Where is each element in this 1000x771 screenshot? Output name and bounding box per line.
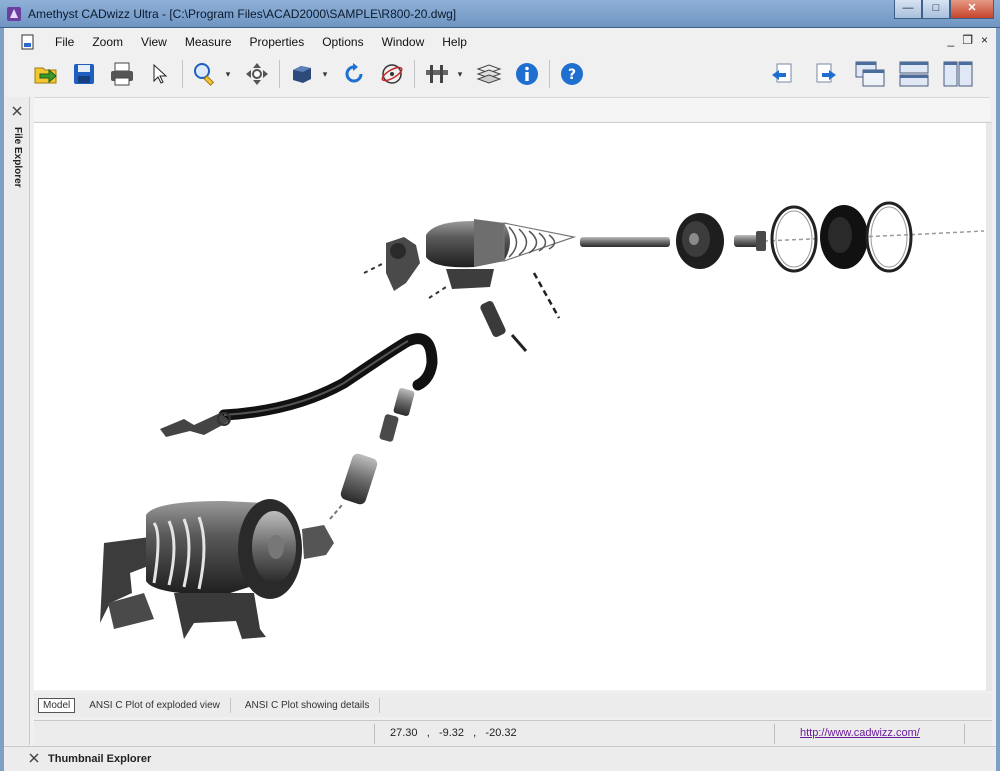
close-button[interactable]: ✕ [950, 0, 994, 19]
tile-vertical-button[interactable] [942, 58, 974, 90]
print-button[interactable] [106, 58, 138, 90]
toolbar-separator [182, 60, 183, 88]
coord-y: -9.32 [438, 727, 465, 739]
status-bar: 27.30 , -9.32 , -20.32 http://www.cadwiz… [34, 720, 992, 746]
orbit-button[interactable] [376, 58, 408, 90]
rotate-button[interactable] [338, 58, 370, 90]
zoom-icon [194, 63, 215, 86]
small-fitting [734, 231, 766, 251]
mdi-close-button[interactable]: × [981, 33, 988, 47]
o-ring-right [865, 201, 913, 273]
menu-file[interactable]: File [46, 32, 83, 52]
previous-view-icon [772, 63, 792, 83]
tab-exploded-view[interactable]: ANSI C Plot of exploded view [79, 697, 231, 713]
title-bar: Amethyst CADwizz Ultra - [C:\Program Fil… [0, 0, 1000, 28]
toolbar-separator [549, 60, 550, 88]
menu-zoom[interactable]: Zoom [83, 32, 132, 52]
pin-icon[interactable] [28, 752, 40, 764]
main-toolbar: ▾ ▾ ▾ ? [30, 55, 594, 93]
3d-view-dropdown[interactable]: ▾ [318, 58, 332, 90]
tile-horizontal-icon [899, 61, 929, 87]
save-icon [74, 64, 94, 84]
upper-valve-body [363, 219, 577, 319]
upper-small-parts [480, 301, 528, 352]
upper-shaft [580, 237, 670, 247]
svg-text:?: ? [568, 67, 576, 83]
open-icon [34, 67, 57, 84]
menu-measure[interactable]: Measure [176, 32, 241, 52]
tab-model[interactable]: Model [38, 697, 76, 713]
menu-help[interactable]: Help [433, 32, 476, 52]
layout-tabs: Model ANSI C Plot of exploded view ANSI … [34, 693, 992, 717]
document-icon[interactable] [20, 34, 36, 50]
window-title: Amethyst CADwizz Ultra - [C:\Program Fil… [28, 7, 457, 21]
maximize-button[interactable]: □ [922, 0, 950, 19]
drawing-canvas[interactable] [34, 122, 992, 691]
zoom-button[interactable] [189, 58, 221, 90]
select-button[interactable] [144, 58, 176, 90]
lower-valve-body [100, 499, 334, 639]
layers-icon [476, 64, 502, 84]
window-toolbar [766, 55, 980, 93]
thumbnail-explorer-label[interactable]: Thumbnail Explorer [48, 753, 151, 765]
cascade-windows-icon [855, 61, 885, 87]
open-button[interactable] [30, 58, 62, 90]
thumbnail-explorer-bar[interactable]: Thumbnail Explorer [4, 746, 996, 771]
menu-view[interactable]: View [132, 32, 176, 52]
3d-box-icon [293, 66, 311, 83]
3d-view-button[interactable] [286, 58, 318, 90]
dimension-dropdown[interactable]: ▾ [453, 58, 467, 90]
layers-button[interactable] [473, 58, 505, 90]
info-icon [516, 63, 538, 85]
minimize-button[interactable]: — [894, 0, 922, 19]
menu-options[interactable]: Options [313, 32, 372, 52]
select-arrow-icon [153, 63, 168, 84]
tile-vertical-icon [943, 61, 973, 87]
exploded-assembly-drawing [100, 201, 985, 639]
file-explorer-panel[interactable]: File Explorer [4, 97, 30, 745]
website-link[interactable]: http://www.cadwizz.com/ [800, 727, 920, 739]
menu-properties[interactable]: Properties [241, 32, 314, 52]
status-separator [774, 724, 775, 744]
print-icon [111, 62, 133, 86]
next-view-icon [816, 63, 836, 83]
mdi-minimize-button[interactable]: _ [948, 33, 955, 47]
pan-icon [246, 63, 268, 85]
status-separator [964, 724, 965, 744]
black-seal-disc [820, 205, 868, 269]
cascade-windows-button[interactable] [854, 58, 886, 90]
tab-details[interactable]: ANSI C Plot showing details [235, 697, 381, 713]
dimension-button[interactable] [421, 58, 453, 90]
orbit-icon [381, 64, 403, 84]
app-icon [7, 7, 21, 21]
mdi-restore-button[interactable]: ❐ [962, 33, 973, 47]
menu-bar: File Zoom View Measure Properties Option… [20, 32, 476, 52]
disc-part [676, 213, 724, 269]
toolbar-separator [279, 60, 280, 88]
coordinate-readout: 27.30 , -9.32 , -20.32 [390, 727, 517, 739]
vertical-scrollbar[interactable] [986, 123, 992, 691]
pan-button[interactable] [241, 58, 273, 90]
lower-connectors [329, 388, 415, 520]
pin-icon[interactable] [11, 105, 23, 117]
zoom-dropdown[interactable]: ▾ [221, 58, 235, 90]
next-view-button[interactable] [810, 58, 842, 90]
file-explorer-label[interactable]: File Explorer [12, 127, 23, 188]
menu-window[interactable]: Window [373, 32, 434, 52]
info-button[interactable] [511, 58, 543, 90]
previous-view-button[interactable] [766, 58, 798, 90]
coord-z: -20.32 [485, 727, 517, 739]
tile-horizontal-button[interactable] [898, 58, 930, 90]
help-icon: ? [561, 63, 583, 85]
status-separator [374, 724, 375, 744]
help-button[interactable]: ? [556, 58, 588, 90]
save-button[interactable] [68, 58, 100, 90]
toolbar-separator [414, 60, 415, 88]
coord-x: 27.30 [390, 727, 418, 739]
toolbar-strip [34, 97, 990, 121]
rotate-icon [345, 63, 363, 83]
dimension-icon [426, 65, 448, 83]
